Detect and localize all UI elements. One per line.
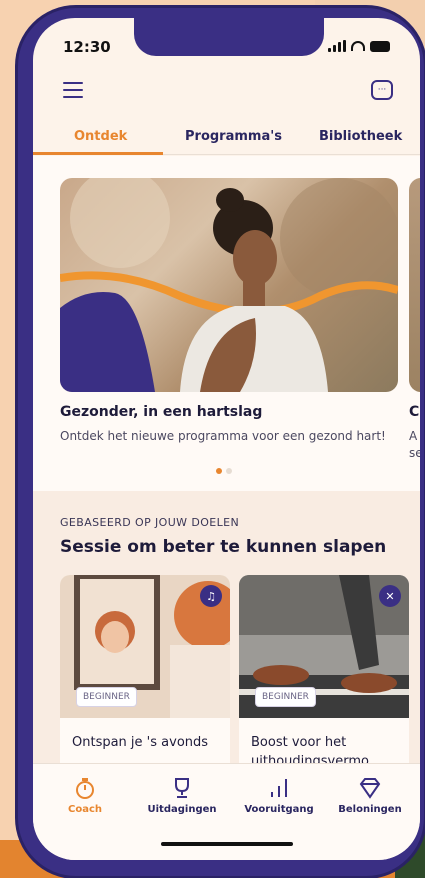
menu-icon[interactable]	[63, 82, 83, 98]
status-time: 12:30	[63, 38, 111, 56]
featured-title[interactable]: Gezonder, in een hartslag	[60, 404, 262, 420]
level-badge: BEGINNER	[255, 687, 316, 707]
tab-bar: Ontdek Programma's Bibliotheek	[33, 123, 420, 155]
app-screen: 12:30 ··· Ontdek Programma's Bibliotheek	[33, 18, 420, 860]
session-card-title: Ontspan je 's avonds	[72, 735, 209, 750]
notch	[134, 18, 324, 56]
status-icons	[328, 40, 390, 52]
trophy-icon	[137, 776, 227, 800]
tab-ontdek[interactable]: Ontdek	[74, 129, 127, 144]
next-featured-title: C	[409, 404, 420, 420]
section-title: Sessie om beter te kunnen slapen	[60, 537, 387, 557]
session-card[interactable]: ✕ BEGINNER Boost voor het uithoudingsver…	[239, 575, 409, 795]
featured-image[interactable]	[60, 178, 398, 392]
recommended-section: GEBASEERD OP JOUW DOELEN Sessie om beter…	[33, 491, 420, 795]
level-badge: BEGINNER	[76, 687, 137, 707]
nav-vooruitgang[interactable]: Vooruitgang	[234, 776, 324, 815]
bar-chart-icon	[234, 776, 324, 800]
chat-icon[interactable]: ···	[371, 80, 393, 100]
nav-label: Vooruitgang	[244, 804, 314, 815]
nav-label: Uitdagingen	[147, 804, 217, 815]
section-eyebrow: GEBASEERD OP JOUW DOELEN	[60, 516, 240, 529]
featured-illustration	[60, 178, 398, 392]
carousel-dot-active[interactable]	[216, 468, 222, 474]
headphones-icon: ♫	[200, 585, 222, 607]
carousel-dots	[216, 468, 232, 474]
featured-section: Gezonder, in een hartslag Ontdek het nie…	[33, 156, 420, 491]
nav-label: Beloningen	[338, 804, 402, 815]
stopwatch-icon	[40, 776, 130, 800]
home-indicator	[161, 842, 293, 846]
session-card[interactable]: ♫ BEGINNER Ontspan je 's avonds	[60, 575, 230, 795]
battery-icon	[370, 40, 390, 52]
running-icon: ✕	[379, 585, 401, 607]
nav-coach[interactable]: Coach	[40, 776, 130, 815]
featured-description: Ontdek het nieuwe programma voor een gez…	[60, 429, 386, 443]
nav-label: Coach	[67, 804, 102, 815]
carousel-dot[interactable]	[226, 468, 232, 474]
signal-icon	[328, 40, 346, 52]
nav-beloningen[interactable]: Beloningen	[325, 776, 415, 815]
next-featured-description: A se	[409, 429, 420, 460]
next-featured-image[interactable]	[409, 178, 420, 392]
tab-bibliotheek[interactable]: Bibliotheek	[319, 129, 402, 144]
tab-programmas[interactable]: Programma's	[185, 129, 282, 144]
bottom-nav: Coach Uitdagingen Vooruitgang Beloningen	[33, 763, 420, 860]
wifi-icon	[351, 41, 365, 51]
diamond-icon	[325, 776, 415, 800]
tab-active-indicator	[33, 152, 163, 155]
nav-uitdagingen[interactable]: Uitdagingen	[137, 776, 227, 815]
